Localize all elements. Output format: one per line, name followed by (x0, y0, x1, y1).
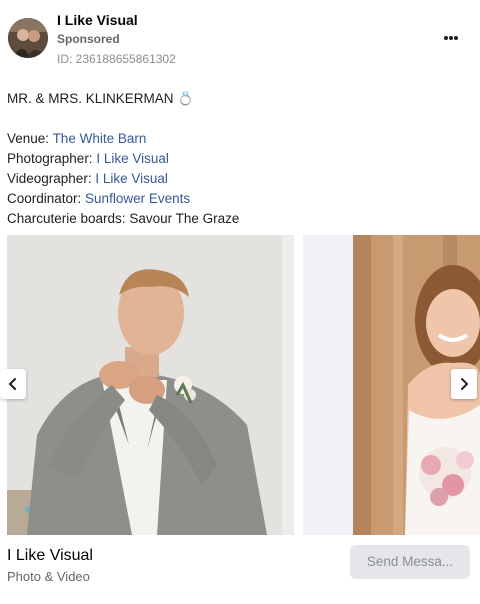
more-horizontal-icon (444, 36, 448, 40)
credit-photographer: Photographer: I Like Visual (7, 149, 473, 169)
carousel-prev-button[interactable] (0, 369, 26, 399)
videographer-link[interactable]: I Like Visual (95, 171, 168, 186)
sponsored-label: Sponsored (57, 32, 120, 46)
venue-link[interactable]: The White Barn (53, 131, 147, 146)
avatar-photo (8, 18, 48, 58)
credit-label: Videographer: (7, 171, 96, 186)
more-options-button[interactable] (436, 26, 464, 50)
credit-coordinator: Coordinator: Sunflower Events (7, 189, 473, 209)
credit-charcuterie: Charcuterie boards: Savour The Graze (7, 209, 473, 229)
post-body: MR. & MRS. KLINKERMAN 💍 Venue: The White… (7, 89, 473, 229)
carousel-next-button[interactable] (451, 369, 477, 399)
avatar[interactable] (8, 18, 48, 58)
page-name[interactable]: I Like Visual (57, 12, 138, 28)
ad-id: ID: 236188655861302 (57, 52, 176, 66)
photographer-link[interactable]: I Like Visual (96, 151, 169, 166)
credit-label: Venue: (7, 131, 53, 146)
more-dot (449, 36, 453, 40)
footer-title[interactable]: I Like Visual (7, 547, 93, 565)
credit-venue: Venue: The White Barn (7, 129, 473, 149)
more-dot (454, 36, 458, 40)
credit-label: Coordinator: (7, 191, 86, 206)
groom-photo (7, 235, 282, 535)
carousel-card-divider (282, 235, 294, 535)
credit-label: Charcuterie boards: (7, 211, 130, 226)
chevron-right-icon (461, 378, 469, 390)
post-title-line: MR. & MRS. KLINKERMAN 💍 (7, 91, 195, 106)
coordinator-link[interactable]: Sunflower Events (85, 191, 190, 206)
post-header: I Like Visual Sponsored ID: 236188655861… (0, 0, 480, 76)
chevron-left-icon (8, 378, 16, 390)
credit-videographer: Videographer: I Like Visual (7, 169, 473, 189)
charcuterie-value: Savour The Graze (129, 211, 240, 226)
footer-subtitle: Photo & Video (7, 569, 90, 584)
image-carousel[interactable] (0, 235, 480, 535)
carousel-card-groom[interactable] (7, 235, 282, 535)
credit-label: Photographer: (7, 151, 97, 166)
send-message-button[interactable]: Send Messa... (350, 545, 470, 579)
